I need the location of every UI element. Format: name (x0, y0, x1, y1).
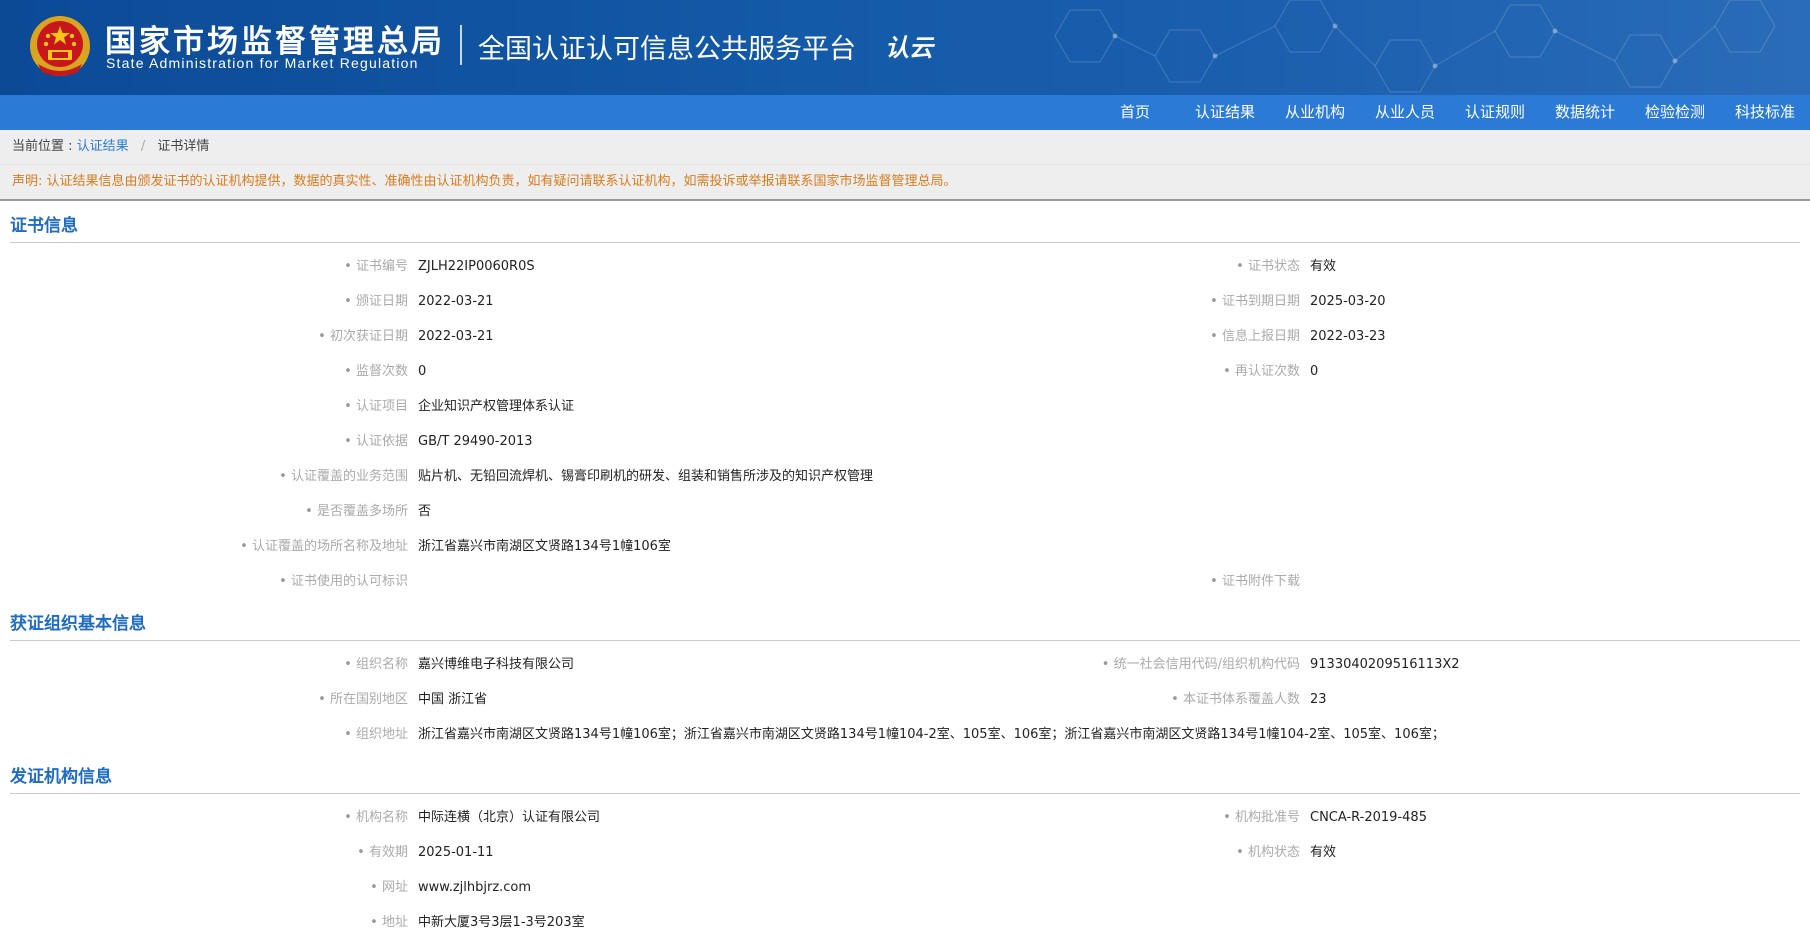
field-label: 证书状态 (1236, 249, 1300, 284)
field-label: 证书编号 (344, 249, 408, 284)
field-value: 浙江省嘉兴市南湖区文贤路134号1幢106室；浙江省嘉兴市南湖区文贤路134号1… (418, 727, 1445, 742)
field-label: 是否覆盖多场所 (305, 494, 408, 529)
org-info-fields: 组织名称 嘉兴博维电子科技有限公司 统一社会信用代码/组织机构代码 913304… (0, 641, 1810, 752)
section-title-issuer-info: 发证机构信息 (10, 752, 1800, 794)
field-value: 中际连横（北京）认证有限公司 (418, 810, 601, 825)
hexagon-pattern-decoration (1054, 0, 1776, 93)
field-label: 组织名称 (344, 647, 408, 682)
national-emblem-icon (30, 16, 90, 76)
field-row: 机构名称 中际连横（北京）认证有限公司 机构批准号 CNCA-R-2019-48… (0, 800, 1810, 835)
field-label: 地址 (370, 905, 408, 940)
field-label: 颁证日期 (344, 284, 408, 319)
field-label: 机构状态 (1236, 835, 1300, 870)
field-value: CNCA-R-2019-485 (1310, 810, 1427, 825)
field-row: 证书编号 ZJLH22IP0060R0S 证书状态 有效 (0, 249, 1810, 284)
platform-title: 全国认证认可信息公共服务平台 (478, 34, 856, 65)
field-label: 有效期 (357, 835, 408, 870)
field-value: 0 (418, 364, 427, 379)
field-row: 组织名称 嘉兴博维电子科技有限公司 统一社会信用代码/组织机构代码 913304… (0, 647, 1810, 682)
field-row: 监督次数 0 再认证次数 0 (0, 354, 1810, 389)
nav-item-cert-results[interactable]: 认证结果 (1180, 95, 1270, 130)
field-value: 企业知识产权管理体系认证 (418, 399, 575, 414)
field-value: 2022-03-23 (1310, 329, 1386, 344)
field-label: 再认证次数 (1223, 354, 1300, 389)
nav-item-institutions[interactable]: 从业机构 (1270, 95, 1360, 130)
issuer-info-fields: 机构名称 中际连横（北京）认证有限公司 机构批准号 CNCA-R-2019-48… (0, 794, 1810, 940)
field-value: 中新大厦3号3层1-3号203室 (418, 915, 585, 930)
field-label: 本证书体系覆盖人数 (1171, 682, 1300, 717)
section-title-cert-info: 证书信息 (10, 201, 1800, 243)
field-value: 浙江省嘉兴市南湖区文贤路134号1幢106室 (418, 539, 671, 554)
field-value: 2025-03-20 (1310, 294, 1386, 309)
main-nav: 首页 认证结果 从业机构 从业人员 认证规则 数据统计 检验检测 科技标准 (0, 95, 1810, 130)
breadcrumb: 当前位置 : 认证结果 / 证书详情 (0, 130, 1810, 165)
breadcrumb-separator: / (140, 139, 146, 154)
nav-item-standards[interactable]: 科技标准 (1720, 95, 1810, 130)
nav-item-statistics[interactable]: 数据统计 (1540, 95, 1630, 130)
field-label: 统一社会信用代码/组织机构代码 (1102, 647, 1300, 682)
field-label: 初次获证日期 (318, 319, 408, 354)
field-value: GB/T 29490-2013 (418, 434, 533, 449)
nav-item-testing[interactable]: 检验检测 (1630, 95, 1720, 130)
field-value: 2022-03-21 (418, 294, 494, 309)
field-row: 所在国别地区 中国 浙江省 本证书体系覆盖人数 23 (0, 682, 1810, 717)
field-label: 监督次数 (344, 354, 408, 389)
field-label: 证书使用的认可标识 (279, 564, 408, 599)
field-label: 组织地址 (344, 717, 408, 752)
nav-item-personnel[interactable]: 从业人员 (1360, 95, 1450, 130)
field-row: 认证项目 企业知识产权管理体系认证 (0, 389, 1810, 424)
nav-item-home[interactable]: 首页 (1090, 95, 1180, 130)
field-row: 有效期 2025-01-11 机构状态 有效 (0, 835, 1810, 870)
section-title-org-info: 获证组织基本信息 (10, 599, 1800, 641)
field-label: 所在国别地区 (318, 682, 408, 717)
field-row: 是否覆盖多场所 否 (0, 494, 1810, 529)
field-value: 2025-01-11 (418, 845, 494, 860)
breadcrumb-current: 证书详情 (157, 139, 210, 154)
site-header: 国家市场监督管理总局 State Administration for Mark… (0, 0, 1810, 95)
field-value: 0 (1310, 364, 1319, 379)
field-label: 机构名称 (344, 800, 408, 835)
field-value: ZJLH22IP0060R0S (418, 259, 535, 274)
attachment-download-label[interactable]: 证书附件下载 (1210, 564, 1300, 599)
website-link[interactable]: www.zjlhbjrz.com (418, 870, 531, 905)
field-label: 认证依据 (344, 424, 408, 459)
field-value: 9133040209516113X2 (1310, 657, 1460, 672)
field-label: 网址 (370, 870, 408, 905)
field-value: 有效 (1310, 259, 1337, 274)
field-value: 中国 浙江省 (418, 692, 488, 707)
field-row: 网址 www.zjlhbjrz.com (0, 870, 1810, 905)
field-row: 认证覆盖的场所名称及地址 浙江省嘉兴市南湖区文贤路134号1幢106室 (0, 529, 1810, 564)
field-value: 23 (1310, 692, 1327, 707)
field-row: 初次获证日期 2022-03-21 信息上报日期 2022-03-23 (0, 319, 1810, 354)
field-label: 认证覆盖的业务范围 (279, 459, 408, 494)
field-row: 地址 中新大厦3号3层1-3号203室 (0, 905, 1810, 940)
cert-info-fields: 证书编号 ZJLH22IP0060R0S 证书状态 有效 颁证日期 2022-0… (0, 243, 1810, 599)
field-label: 机构批准号 (1223, 800, 1300, 835)
field-row: 认证依据 GB/T 29490-2013 (0, 424, 1810, 459)
nav-item-cert-rules[interactable]: 认证规则 (1450, 95, 1540, 130)
field-row: 证书使用的认可标识 证书附件下载 (0, 564, 1810, 599)
field-value: 否 (418, 504, 432, 519)
field-row: 认证覆盖的业务范围 贴片机、无铅回流焊机、锡膏印刷机的研发、组装和销售所涉及的知… (0, 459, 1810, 494)
field-value: 贴片机、无铅回流焊机、锡膏印刷机的研发、组装和销售所涉及的知识产权管理 (418, 469, 874, 484)
field-value: 有效 (1310, 845, 1337, 860)
org-name-en: State Administration for Market Regulati… (106, 55, 419, 71)
field-value: 嘉兴博维电子科技有限公司 (418, 657, 575, 672)
breadcrumb-prefix: 当前位置 : (12, 139, 73, 154)
field-label: 认证覆盖的场所名称及地址 (240, 529, 408, 564)
platform-logo: 认云 (885, 33, 933, 62)
field-label: 证书到期日期 (1210, 284, 1300, 319)
field-label: 信息上报日期 (1210, 319, 1300, 354)
field-row: 组织地址 浙江省嘉兴市南湖区文贤路134号1幢106室；浙江省嘉兴市南湖区文贤路… (0, 717, 1810, 752)
field-label: 认证项目 (344, 389, 408, 424)
disclaimer-notice: 声明: 认证结果信息由颁发证书的认证机构提供，数据的真实性、准确性由认证机构负责… (0, 165, 1810, 201)
field-value: 2022-03-21 (418, 329, 494, 344)
field-row: 颁证日期 2022-03-21 证书到期日期 2025-03-20 (0, 284, 1810, 319)
header-divider (460, 25, 462, 65)
breadcrumb-link-cert-results[interactable]: 认证结果 (77, 139, 129, 154)
